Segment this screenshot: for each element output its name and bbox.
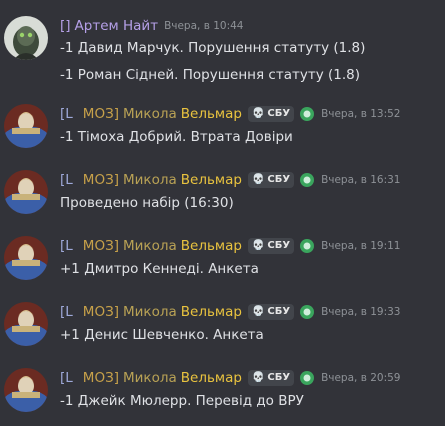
author-name[interactable]: Артем Найт	[75, 16, 159, 36]
author-org[interactable]: МОЗ]	[83, 368, 119, 388]
role-tag-label: СБУ	[267, 108, 291, 119]
role-tag[interactable]: 💀 СБУ	[247, 304, 295, 320]
knight-avatar-icon	[4, 368, 48, 412]
message-text: -1 Джейк Мюлерр. Перевід до ВРУ	[60, 393, 304, 409]
knight-avatar-icon	[4, 236, 48, 280]
green-alien-avatar-icon	[4, 16, 48, 60]
avatar[interactable]	[4, 170, 48, 214]
timestamp[interactable]: Вчера, в 13:52	[321, 104, 400, 124]
green-server-badge-icon[interactable]	[299, 172, 315, 188]
author-org[interactable]: МОЗ]	[83, 236, 119, 256]
author-first-name[interactable]: Микола	[123, 104, 177, 124]
author-last-name[interactable]: Вельмар	[181, 236, 242, 256]
author-tag[interactable]: [L	[60, 236, 73, 256]
skull-icon: 💀	[251, 240, 265, 251]
skull-icon: 💀	[251, 372, 265, 383]
timestamp[interactable]: Вчера, в 20:59	[321, 368, 400, 388]
role-tag[interactable]: 💀 СБУ	[247, 106, 295, 122]
message-header: [] Артем Найт Вчера, в 10:44	[60, 16, 244, 36]
author-last-name[interactable]: Вельмар	[181, 302, 242, 322]
author-first-name[interactable]: Микола	[123, 236, 177, 256]
avatar[interactable]	[4, 368, 48, 412]
message-header: [L МОЗ] Микола Вельмар 💀 СБУ Вчера, в 16…	[60, 170, 401, 190]
skull-icon: 💀	[251, 306, 265, 317]
chat-log: [] Артем Найт Вчера, в 10:44 -1 Давид Ма…	[0, 0, 445, 426]
message-text: -1 Тімоха Добрий. Втрата Довіри	[60, 129, 293, 145]
author-tag[interactable]: [L	[60, 302, 73, 322]
role-tag[interactable]: 💀 СБУ	[247, 172, 295, 188]
author-org[interactable]: МОЗ]	[83, 170, 119, 190]
timestamp[interactable]: Вчера, в 19:11	[321, 236, 400, 256]
knight-avatar-icon	[4, 170, 48, 214]
timestamp[interactable]: Вчера, в 10:44	[164, 16, 243, 36]
role-tag-label: СБУ	[267, 306, 291, 317]
author-org[interactable]: МОЗ]	[83, 104, 119, 124]
role-tag-label: СБУ	[267, 174, 291, 185]
message-text: +1 Дмитро Кеннеді. Анкета	[60, 261, 259, 277]
author-org[interactable]: МОЗ]	[83, 302, 119, 322]
avatar[interactable]	[4, 104, 48, 148]
avatar[interactable]	[4, 236, 48, 280]
message-text: -1 Роман Сідней. Порушення статуту (1.8)	[60, 67, 360, 83]
timestamp[interactable]: Вчера, в 16:31	[321, 170, 400, 190]
message-header: [L МОЗ] Микола Вельмар 💀 СБУ Вчера, в 19…	[60, 302, 401, 322]
author-first-name[interactable]: Микола	[123, 170, 177, 190]
role-tag-label: СБУ	[267, 240, 291, 251]
author-first-name[interactable]: Микола	[123, 368, 177, 388]
author-tag[interactable]: []	[60, 16, 71, 36]
knight-avatar-icon	[4, 302, 48, 346]
green-server-badge-icon[interactable]	[299, 370, 315, 386]
green-server-badge-icon[interactable]	[299, 238, 315, 254]
author-last-name[interactable]: Вельмар	[181, 368, 242, 388]
author-last-name[interactable]: Вельмар	[181, 104, 242, 124]
avatar[interactable]	[4, 16, 48, 60]
role-tag[interactable]: 💀 СБУ	[247, 238, 295, 254]
author-first-name[interactable]: Микола	[123, 302, 177, 322]
message-text: +1 Денис Шевченко. Анкета	[60, 327, 264, 343]
green-server-badge-icon[interactable]	[299, 304, 315, 320]
message-header: [L МОЗ] Микола Вельмар 💀 СБУ Вчера, в 19…	[60, 236, 401, 256]
author-last-name[interactable]: Вельмар	[181, 170, 242, 190]
message-text: Проведено набір (16:30)	[60, 195, 234, 211]
skull-icon: 💀	[251, 108, 265, 119]
avatar[interactable]	[4, 302, 48, 346]
green-server-badge-icon[interactable]	[299, 106, 315, 122]
role-tag-label: СБУ	[267, 372, 291, 383]
author-tag[interactable]: [L	[60, 104, 73, 124]
timestamp[interactable]: Вчера, в 19:33	[321, 302, 400, 322]
message-header: [L МОЗ] Микола Вельмар 💀 СБУ Вчера, в 13…	[60, 104, 401, 124]
message-text: -1 Давид Марчук. Порушення статуту (1.8)	[60, 40, 366, 56]
author-tag[interactable]: [L	[60, 368, 73, 388]
knight-avatar-icon	[4, 104, 48, 148]
role-tag[interactable]: 💀 СБУ	[247, 370, 295, 386]
skull-icon: 💀	[251, 174, 265, 185]
author-tag[interactable]: [L	[60, 170, 73, 190]
message-header: [L МОЗ] Микола Вельмар 💀 СБУ Вчера, в 20…	[60, 368, 401, 388]
